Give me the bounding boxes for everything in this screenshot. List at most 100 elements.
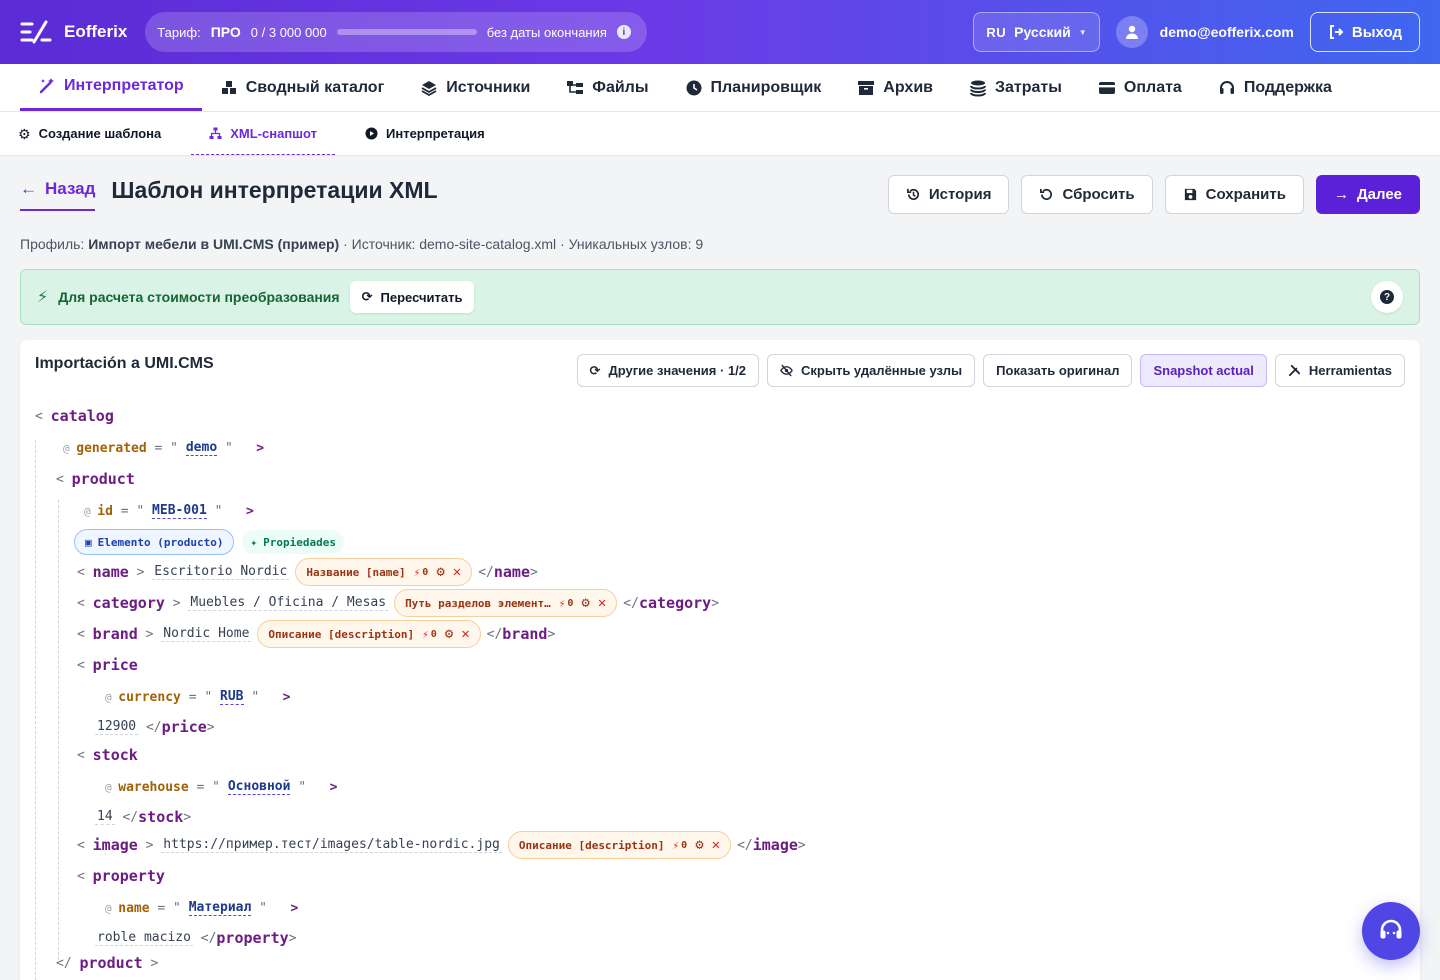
tab-interpretation[interactable]: Интерпретация <box>365 112 497 155</box>
attr-value: demo <box>185 440 218 456</box>
attr-name: currency <box>118 689 181 705</box>
recalculate-button[interactable]: ⟳ Пересчитать <box>349 281 475 313</box>
tools-button[interactable]: Herramientas <box>1274 354 1405 387</box>
support-chat-button[interactable] <box>1362 902 1420 960</box>
xml-close-property[interactable]: roble macizo </property > <box>95 924 296 952</box>
tab-template-creation[interactable]: ⚙ Создание шаблона <box>18 112 173 155</box>
tab-label: XML-снапшот <box>230 125 317 141</box>
xml-close-price[interactable]: 12900 </price > <box>95 713 215 741</box>
element-badge[interactable]: ▣ Elemento (producto) <box>74 529 235 555</box>
nav-item-payment[interactable]: Оплата <box>1080 64 1200 111</box>
source-label: · Источник: <box>343 236 416 252</box>
node-value: https://пример.тест/images/table-nordic.… <box>161 837 502 853</box>
xml-attr-property-name[interactable]: @ name = " Материал " > <box>105 894 298 922</box>
mapping-chip[interactable]: Описание [description] ⚡ 0 ⚙ ✕ <box>257 620 481 648</box>
other-values-button[interactable]: ⟳ Другие значения · 1/2 <box>576 354 760 387</box>
xml-open-catalog[interactable]: < catalog <box>35 402 114 430</box>
show-original-button[interactable]: Показать оригинал <box>983 354 1133 387</box>
brand-name: Eofferix <box>64 22 128 41</box>
remove-icon[interactable]: ✕ <box>712 837 720 853</box>
nav-label: Архив <box>883 78 933 96</box>
mapping-chip[interactable]: Путь разделов элемент… ⚡ 0 ⚙ ✕ <box>394 589 618 617</box>
xml-node-category[interactable]: < category > Muebles / Oficina / Mesas П… <box>77 589 719 617</box>
tag-name: stock <box>92 746 138 764</box>
nav-item-costs[interactable]: Затраты <box>951 64 1080 111</box>
remove-icon[interactable]: ✕ <box>598 595 606 611</box>
nav-item-archive[interactable]: Архив <box>839 64 951 111</box>
remove-icon[interactable]: ✕ <box>461 626 469 642</box>
attr-name: id <box>97 503 113 519</box>
lightning-icon: ⚡ <box>422 627 429 641</box>
node-value: 12900 <box>95 719 139 735</box>
logout-button[interactable]: Выход <box>1309 12 1420 52</box>
nav-item-files[interactable]: Файлы <box>548 64 666 111</box>
save-button[interactable]: Сохранить <box>1164 175 1304 214</box>
box-icon: ▣ <box>85 535 92 549</box>
tab-xml-snapshot[interactable]: XML-снапшот <box>191 112 335 155</box>
logout-label: Выход <box>1351 23 1402 41</box>
gear-icon[interactable]: ⚙ <box>581 595 589 611</box>
lightning-icon: ⚡ <box>37 289 49 306</box>
xml-open-property[interactable]: < property <box>77 862 165 890</box>
properties-badge[interactable]: ✦ Propiedades <box>242 530 344 554</box>
help-button[interactable]: ? <box>1371 281 1403 313</box>
question-icon: ? <box>1380 290 1394 304</box>
xml-node-image[interactable]: < image > https://пример.тест/images/tab… <box>77 831 806 859</box>
xml-open-product[interactable]: < product <box>56 465 135 493</box>
mapping-chip[interactable]: Название [name] ⚡ 0 ⚙ ✕ <box>295 558 473 586</box>
xml-open-stock[interactable]: < stock <box>77 741 138 769</box>
floppy-icon <box>1184 188 1196 201</box>
xml-close-product[interactable]: </ product > <box>56 949 158 977</box>
page-title: Шаблон интерпретации XML <box>111 177 438 203</box>
xml-attr-generated[interactable]: @ generated = " demo " > <box>63 434 264 462</box>
main-nav: Интерпретатор Сводный каталог Источники … <box>0 64 1440 112</box>
hide-deleted-button[interactable]: Скрыть удалённые узлы <box>767 354 976 387</box>
node-value: Escritorio Nordic <box>152 564 290 580</box>
back-label: Назад <box>45 179 96 198</box>
button-label: Snapshot actual <box>1153 363 1254 378</box>
nav-item-sources[interactable]: Источники <box>402 64 548 111</box>
xml-node-brand[interactable]: < brand > Nordic Home Описание [descript… <box>77 620 555 648</box>
lightning-icon: ⚡ <box>558 596 566 610</box>
xml-open-price[interactable]: < price <box>77 651 138 679</box>
mapping-chip[interactable]: Описание [description] ⚡ 0 ⚙ ✕ <box>507 831 732 859</box>
reset-button[interactable]: Сбросить <box>1021 175 1153 214</box>
history-button[interactable]: История <box>887 175 1010 214</box>
brand-logo[interactable]: Eofferix <box>20 18 127 46</box>
avatar <box>1115 16 1148 48</box>
gear-icon[interactable]: ⚙ <box>695 837 703 853</box>
xml-attr-warehouse[interactable]: @ warehouse = " Основной " > <box>105 773 337 801</box>
next-button[interactable]: → Далее <box>1315 175 1420 214</box>
remove-icon[interactable]: ✕ <box>453 564 461 580</box>
xml-attr-id[interactable]: @ id = " MEB-001 " > <box>84 497 254 525</box>
xml-close-stock[interactable]: 14 </stock > <box>95 803 191 831</box>
tag-name: image <box>92 836 138 854</box>
tag-name: category <box>638 594 712 612</box>
gear-icon[interactable]: ⚙ <box>436 564 444 580</box>
archive-icon <box>858 80 875 95</box>
nav-label: Сводный каталог <box>245 78 385 96</box>
info-icon[interactable]: i <box>616 25 631 39</box>
xml-node-name[interactable]: < name > Escritorio Nordic Название [nam… <box>77 558 538 586</box>
refresh-icon: ⟳ <box>589 362 601 378</box>
tag-name: stock <box>138 808 184 826</box>
back-link[interactable]: ← Назад <box>20 179 96 211</box>
layers-icon <box>421 80 437 96</box>
card-title: Importación a UMI.CMS <box>35 355 214 372</box>
tree-guide <box>35 440 36 980</box>
language-selector[interactable]: RU Русский ▼ <box>973 12 1100 52</box>
nav-item-support[interactable]: Поддержка <box>1200 64 1350 111</box>
xml-attr-currency[interactable]: @ currency = " RUB " > <box>105 683 290 711</box>
cost-alert: ⚡ Для расчета стоимости преобразования ⟳… <box>20 269 1420 325</box>
button-label: Показать оригинал <box>996 363 1120 378</box>
node-value: Nordic Home <box>161 626 252 642</box>
tree-guide <box>58 500 59 960</box>
badge-label: Elemento (producto) <box>97 535 224 549</box>
gear-icon[interactable]: ⚙ <box>445 626 453 642</box>
nav-item-catalog[interactable]: Сводный каталог <box>202 64 403 111</box>
nav-item-scheduler[interactable]: Планировщик <box>667 64 840 111</box>
chip-label: Путь разделов элемент… <box>405 596 551 610</box>
user-menu[interactable]: demo@eofferix.com <box>1115 16 1294 48</box>
nav-item-interpreter[interactable]: Интерпретатор <box>20 64 202 111</box>
snapshot-button[interactable]: Snapshot actual <box>1140 354 1267 387</box>
